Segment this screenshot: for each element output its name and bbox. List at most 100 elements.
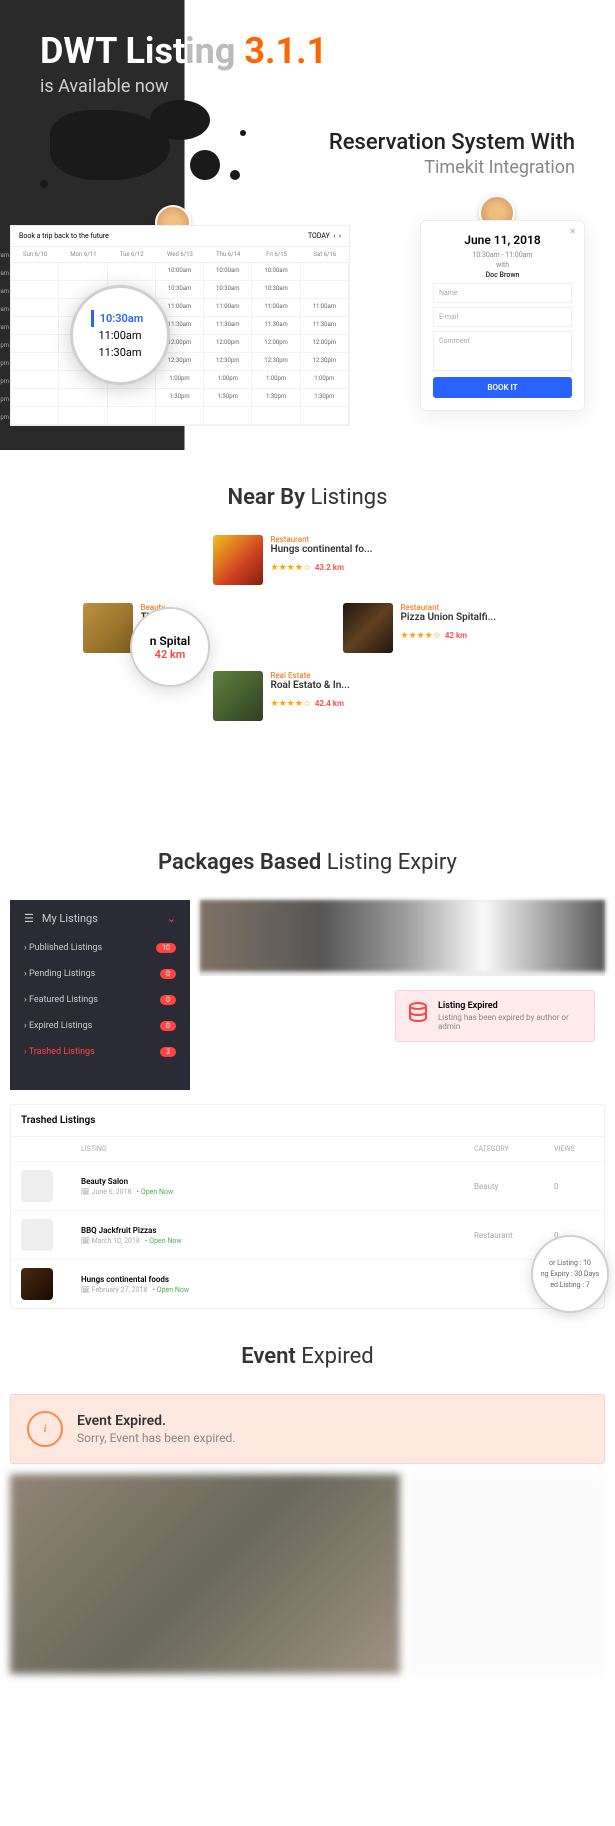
- zoom-stat: ng Expiry : 30 Days: [541, 1270, 599, 1278]
- booking-host: Doc Brown: [433, 271, 572, 279]
- zoom-title: n Spital: [150, 634, 190, 648]
- listing-card[interactable]: Restaurant Pizza Union Spitalfi... ★★★★☆…: [343, 603, 533, 653]
- listing-image: [213, 535, 263, 585]
- listing-expired-notice: Listing Expired Listing has been expired…: [395, 990, 595, 1042]
- listing-title: Hungs continental fo...: [271, 544, 403, 555]
- open-badge: ◔ Open Now: [135, 1188, 173, 1196]
- table-row[interactable]: Beauty Salon 🗓 June 6, 2018 ◔ Open Now B…: [11, 1161, 604, 1210]
- row-title: Beauty Salon: [81, 1177, 474, 1186]
- hero-subtitle: is Available now: [40, 76, 575, 97]
- event-expired-notice: i Event Expired. Sorry, Event has been e…: [10, 1394, 605, 1464]
- today-button[interactable]: TODAY: [308, 232, 330, 240]
- email-input[interactable]: E-mail: [433, 307, 572, 327]
- comment-input[interactable]: Comment: [433, 331, 572, 371]
- sidebar-item-expired[interactable]: › Expired Listings0: [10, 1013, 190, 1039]
- calendar-icon: 🗓: [81, 1188, 90, 1196]
- zoom-lens-distance: n Spital 42 km: [130, 607, 210, 687]
- sidebar-item-pending[interactable]: › Pending Listings0: [10, 961, 190, 987]
- sidebar-item-featured[interactable]: › Featured Listings0: [10, 987, 190, 1013]
- table-row[interactable]: BBQ Jackfruit Pizzas 🗓 March 10, 2018 ◔ …: [11, 1210, 604, 1259]
- listing-card[interactable]: Restaurant Hungs continental fo... ★★★★☆…: [213, 535, 403, 585]
- trashed-listings-table: Trashed Listings LISTING CATEGORY VIEWS …: [10, 1104, 605, 1309]
- count-badge: 3: [160, 1047, 176, 1057]
- zoom-lens-stats: or Listing : 10 ng Expiry : 30 Days ed L…: [531, 1235, 609, 1313]
- expired-preview: Listing Expired Listing has been expired…: [200, 900, 605, 1090]
- paint-splash: [30, 100, 310, 220]
- zoomed-time-selected: 10:30am: [91, 310, 150, 327]
- table-row[interactable]: Hungs continental foods 🗓 February 27, 2…: [11, 1259, 604, 1308]
- book-it-button[interactable]: BOOK IT: [433, 377, 572, 398]
- hero-right: Reservation System With Timekit Integrat…: [329, 130, 575, 178]
- title-main: DWT List: [40, 30, 185, 72]
- event-title: Event Expired: [0, 1344, 615, 1369]
- chevron-down-icon: ⌄: [167, 912, 176, 925]
- zoom-lens-calendar: 10:30am 11:00am 11:30am: [70, 285, 170, 385]
- hero-line1: Reservation System With: [329, 130, 575, 155]
- zoom-stat: or Listing : 10: [549, 1259, 591, 1267]
- stars-icon: ★★★★☆: [271, 699, 311, 709]
- calendar-widget[interactable]: Book a trip back to the future TODAY ‹ ›…: [10, 225, 350, 426]
- listing-distance: 43.2 km: [315, 563, 344, 572]
- listing-thumb: [21, 1219, 53, 1251]
- listing-distance: 42 km: [445, 631, 467, 640]
- row-title: BBQ Jackfruit Pizzas: [81, 1226, 474, 1235]
- listing-thumb: [21, 1268, 53, 1300]
- hero-line2: Timekit Integration: [329, 157, 575, 178]
- nearby-listings: Restaurant Hungs continental fo... ★★★★☆…: [0, 535, 615, 815]
- notice-title: Listing Expired: [438, 1001, 584, 1011]
- row-views: 0: [554, 1182, 594, 1191]
- listing-title: Roal Estato & In...: [271, 680, 403, 691]
- menu-icon: ☰: [24, 912, 34, 925]
- calendar-icon: 🗓: [81, 1237, 90, 1245]
- zoomed-time: 11:00am: [98, 327, 141, 344]
- booking-with: with: [433, 261, 572, 269]
- nearby-title: Near By Listings: [0, 485, 615, 510]
- listing-card[interactable]: Real Estate Roal Estato & In... ★★★★☆ 42…: [213, 671, 403, 721]
- name-input[interactable]: Name: [433, 283, 572, 303]
- open-badge: ◔ Open Now: [151, 1286, 189, 1294]
- packages-title: Packages Based Listing Expiry: [0, 850, 615, 875]
- listing-title: Pizza Union Spitalfi...: [401, 612, 533, 623]
- zoom-distance: 42 km: [155, 648, 186, 661]
- trashed-title: Trashed Listings: [11, 1105, 604, 1137]
- event-notice-title: Event Expired.: [77, 1413, 236, 1429]
- close-icon[interactable]: ✕: [569, 227, 576, 236]
- booking-time: 10:30am - 11:00am: [433, 251, 572, 259]
- stars-icon: ★★★★☆: [401, 631, 441, 641]
- hero-title: DWT Listing 3.1.1: [40, 30, 575, 72]
- notice-message: Listing has been expired by author or ad…: [438, 1013, 584, 1031]
- stars-icon: ★★★★☆: [271, 563, 311, 573]
- listing-category: Restaurant: [271, 535, 403, 544]
- booking-date: June 11, 2018: [433, 233, 572, 247]
- open-badge: ◔ Open Now: [143, 1237, 181, 1245]
- listings-sidebar: ☰ My Listings ⌄ › Published Listings10 ›…: [10, 900, 190, 1090]
- calendar-grid[interactable]: 10:00am10:30am11:00am11:30am12:00pm12:30…: [11, 263, 349, 425]
- listing-category: Real Estate: [271, 671, 403, 680]
- count-badge: 10: [156, 943, 176, 953]
- listing-image: [83, 603, 133, 653]
- sidebar-item-published[interactable]: › Published Listings10: [10, 935, 190, 961]
- zoom-stat: ed Listing : 7: [550, 1281, 589, 1289]
- count-badge: 0: [160, 1021, 176, 1031]
- info-icon: i: [27, 1411, 63, 1447]
- calendar-title: Book a trip back to the future: [19, 232, 109, 240]
- listing-image: [343, 603, 393, 653]
- count-badge: 0: [160, 995, 176, 1005]
- calendar-hours: 9:30am10:00am10:30am11:00am11:30am12:00p…: [0, 252, 9, 432]
- version-text: 3.1.1: [244, 30, 327, 72]
- count-badge: 0: [160, 969, 176, 979]
- row-category: Beauty: [474, 1182, 554, 1191]
- table-header: LISTING CATEGORY VIEWS: [11, 1137, 604, 1161]
- hero-section: DWT Listing 3.1.1 is Available now Reser…: [0, 0, 615, 450]
- sidebar-title: My Listings: [42, 912, 98, 925]
- listing-thumb: [21, 1170, 53, 1202]
- database-icon: [406, 1001, 430, 1025]
- zoomed-time: 11:30am: [98, 344, 141, 361]
- blurred-event-content: [10, 1474, 605, 1674]
- calendar-icon: 🗓: [81, 1286, 90, 1294]
- event-notice-msg: Sorry, Event has been expired.: [77, 1431, 236, 1445]
- sidebar-header[interactable]: ☰ My Listings ⌄: [10, 912, 190, 935]
- sidebar-item-trashed[interactable]: › Trashed Listings3: [10, 1039, 190, 1065]
- row-category: Restaurant: [474, 1231, 554, 1240]
- listing-category: Restaurant: [401, 603, 533, 612]
